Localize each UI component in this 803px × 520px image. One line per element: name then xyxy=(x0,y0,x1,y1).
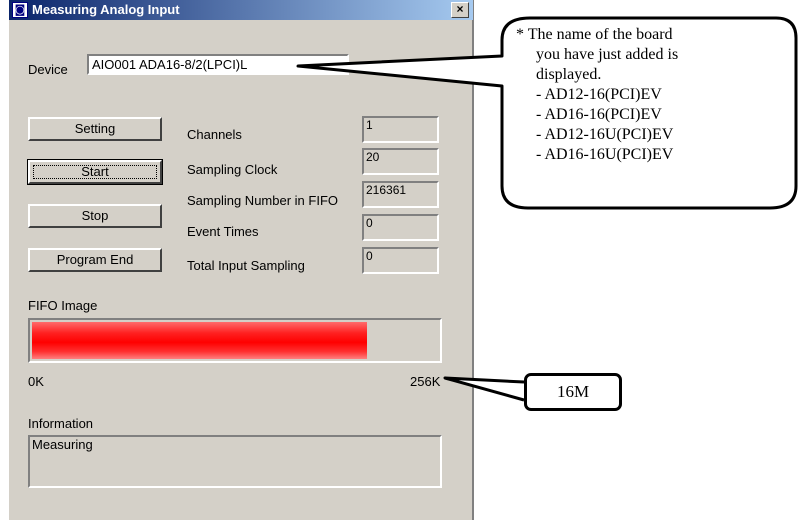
fifo-fill xyxy=(32,322,367,359)
channels-value: 1 xyxy=(362,116,439,143)
window-title: Measuring Analog Input xyxy=(32,2,180,17)
device-field[interactable]: AIO001 ADA16-8/2(LPCI)L xyxy=(87,54,349,75)
stop-button[interactable]: Stop xyxy=(28,204,162,228)
fifo-label: FIFO Image xyxy=(28,298,98,313)
device-label: Device xyxy=(28,62,68,77)
close-button[interactable]: × xyxy=(451,2,469,18)
setting-button[interactable]: Setting xyxy=(28,117,162,141)
total-input-sampling-value: 0 xyxy=(362,247,439,274)
board-note-line: * The name of the board xyxy=(516,26,673,43)
start-button[interactable]: Start xyxy=(27,159,163,185)
sampling-number-value: 216361 xyxy=(362,181,439,208)
sampling-number-label: Sampling Number in FIFO xyxy=(187,193,338,208)
program-end-button[interactable]: Program End xyxy=(28,248,162,272)
fifo-progress-bar xyxy=(28,318,442,363)
event-times-value: 0 xyxy=(362,214,439,241)
board-model-item: - AD16-16(PCI)EV xyxy=(536,106,662,123)
board-model-item: - AD12-16(PCI)EV xyxy=(536,86,662,103)
fifo-note-box: 16M xyxy=(524,373,622,411)
board-note-line: displayed. xyxy=(536,66,602,83)
app-icon: ◙ xyxy=(12,2,28,18)
focus-rect xyxy=(33,165,157,179)
event-times-label: Event Times xyxy=(187,224,259,239)
sampling-clock-label: Sampling Clock xyxy=(187,162,278,177)
sampling-clock-value: 20 xyxy=(362,148,439,175)
board-model-item: - AD12-16U(PCI)EV xyxy=(536,126,674,143)
measuring-dialog: ◙ Measuring Analog Input × Device AIO001… xyxy=(9,0,474,520)
total-input-sampling-label: Total Input Sampling xyxy=(187,258,305,273)
information-field: Measuring xyxy=(28,435,442,488)
board-note-line: you have just added is xyxy=(536,46,679,63)
channels-label: Channels xyxy=(187,127,242,142)
board-model-item: - AD16-16U(PCI)EV xyxy=(536,146,674,163)
information-label: Information xyxy=(28,416,94,431)
board-note-text: * The name of the board you have just ad… xyxy=(516,25,678,165)
fifo-max-label: 256K xyxy=(410,374,441,389)
fifo-min-label: 0K xyxy=(28,374,44,389)
title-bar: ◙ Measuring Analog Input × xyxy=(9,0,473,20)
